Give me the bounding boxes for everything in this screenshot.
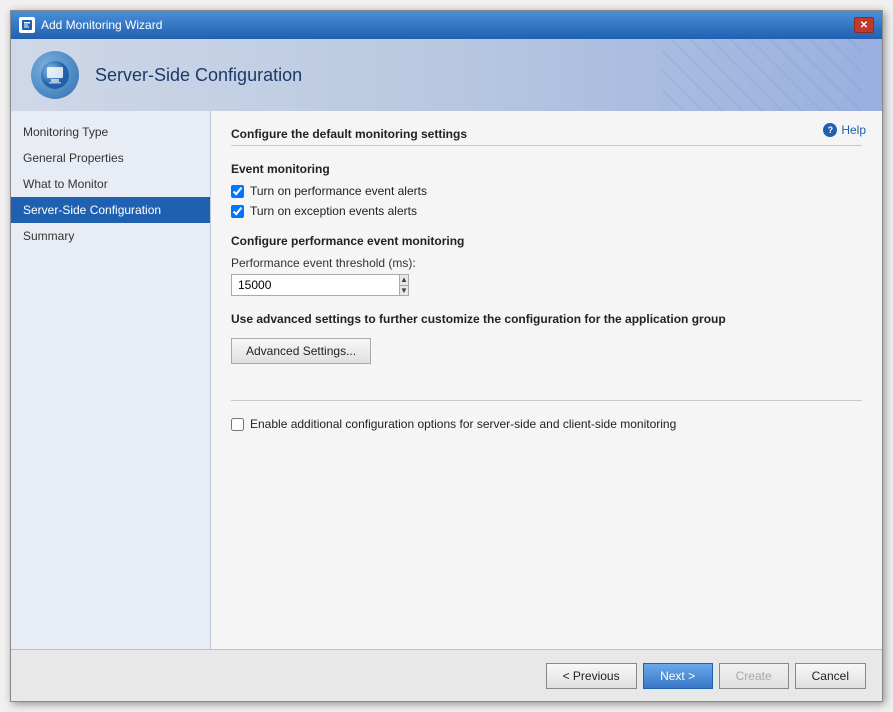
threshold-spinner: ▲ ▼ (231, 274, 391, 296)
perf-config-label: Configure performance event monitoring (231, 234, 862, 248)
configure-title: Configure the default monitoring setting… (231, 127, 862, 146)
spinner-up-button[interactable]: ▲ (400, 275, 408, 286)
exception-alert-row: Turn on exception events alerts (231, 204, 862, 218)
main-panel: ? Help Configure the default monitoring … (211, 111, 882, 649)
additional-options-label: Enable additional configuration options … (250, 417, 676, 431)
title-bar-icon (19, 17, 35, 33)
sidebar-item-server-side-config[interactable]: Server-Side Configuration (11, 197, 210, 223)
divider (231, 400, 862, 401)
page-title: Server-Side Configuration (95, 65, 302, 86)
cancel-button[interactable]: Cancel (795, 663, 866, 689)
help-label: Help (841, 123, 866, 137)
wizard-window: Add Monitoring Wizard ✕ Server-Side Conf… (10, 10, 883, 702)
title-bar-text: Add Monitoring Wizard (41, 18, 854, 32)
event-monitoring-label: Event monitoring (231, 162, 862, 176)
sidebar-item-general-properties[interactable]: General Properties (11, 145, 210, 171)
sidebar-item-what-to-monitor[interactable]: What to Monitor (11, 171, 210, 197)
header-watermark (662, 39, 862, 111)
additional-options-checkbox[interactable] (231, 418, 244, 431)
sidebar-item-summary[interactable]: Summary (11, 223, 210, 249)
previous-button[interactable]: < Previous (546, 663, 637, 689)
spinner-button-group: ▲ ▼ (399, 274, 409, 296)
threshold-input[interactable] (231, 274, 399, 296)
header-banner: Server-Side Configuration (11, 39, 882, 111)
create-button[interactable]: Create (719, 663, 789, 689)
content-area: Monitoring Type General Properties What … (11, 111, 882, 649)
perf-alert-row: Turn on performance event alerts (231, 184, 862, 198)
advanced-settings-button[interactable]: Advanced Settings... (231, 338, 371, 364)
threshold-field-label: Performance event threshold (ms): (231, 256, 862, 270)
header-icon (31, 51, 79, 99)
perf-alert-checkbox[interactable] (231, 185, 244, 198)
spinner-down-button[interactable]: ▼ (400, 286, 408, 296)
perf-alert-label: Turn on performance event alerts (250, 184, 427, 198)
help-link[interactable]: ? Help (823, 123, 866, 137)
exception-alert-label: Turn on exception events alerts (250, 204, 417, 218)
help-icon: ? (823, 123, 837, 137)
title-bar: Add Monitoring Wizard ✕ (11, 11, 882, 39)
sidebar-item-monitoring-type[interactable]: Monitoring Type (11, 119, 210, 145)
sidebar: Monitoring Type General Properties What … (11, 111, 211, 649)
close-button[interactable]: ✕ (854, 17, 874, 33)
exception-alert-checkbox[interactable] (231, 205, 244, 218)
additional-options-row: Enable additional configuration options … (231, 417, 862, 431)
next-button[interactable]: Next > (643, 663, 713, 689)
advanced-note: Use advanced settings to further customi… (231, 312, 862, 326)
footer: < Previous Next > Create Cancel (11, 649, 882, 701)
